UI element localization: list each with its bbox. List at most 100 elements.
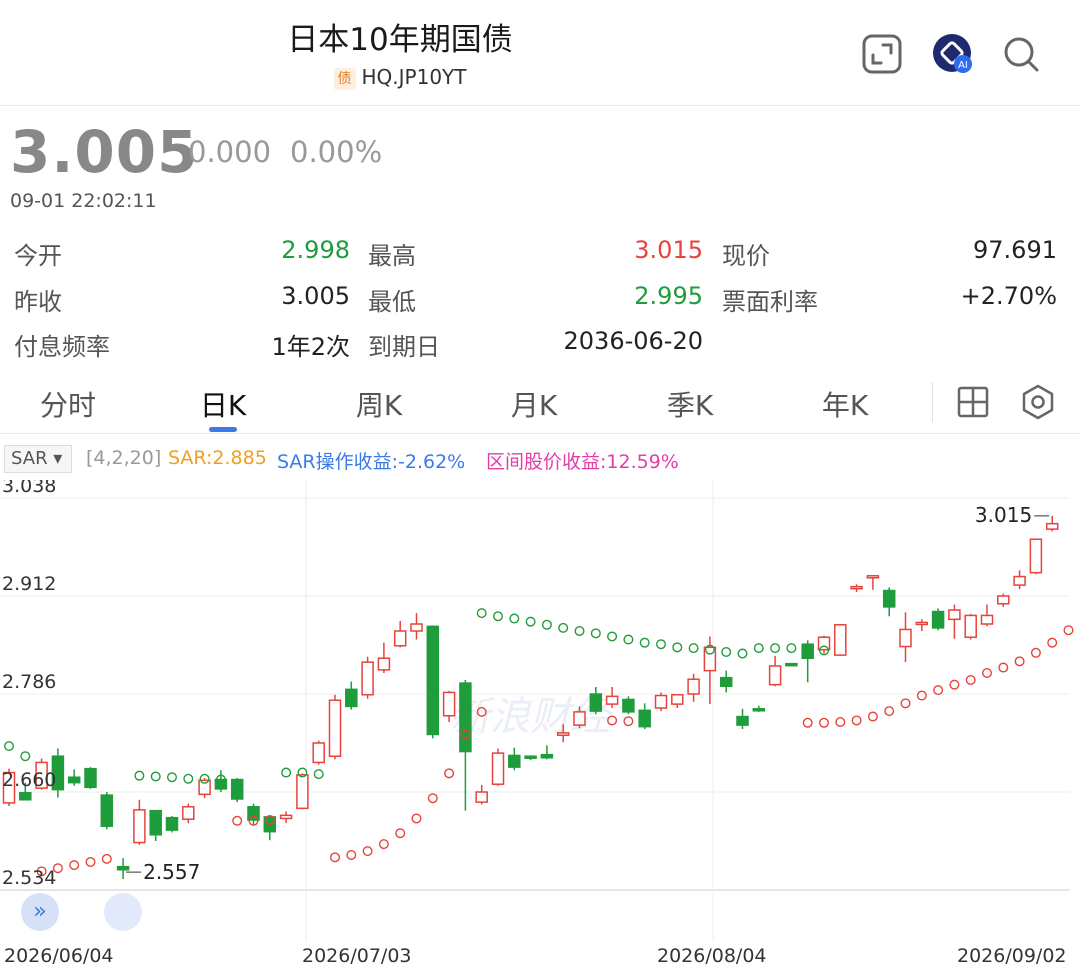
candle-body: [182, 806, 195, 820]
candle-body: [605, 695, 619, 705]
sar-dot: [101, 853, 112, 864]
sar-dot: [672, 642, 683, 653]
search-icon[interactable]: [1000, 33, 1042, 75]
candle-body: [1029, 538, 1043, 574]
sar-dot: [525, 616, 536, 627]
candle-body: [948, 609, 961, 621]
candle-body: [165, 816, 179, 831]
svg-text:AI: AI: [958, 60, 968, 71]
sar-dot: [916, 690, 927, 701]
sar-dot: [867, 711, 878, 722]
sar-dot: [281, 767, 292, 778]
expand-icon[interactable]: [861, 33, 903, 75]
sar-dot: [1030, 647, 1041, 658]
active-tab-indicator: [209, 427, 237, 432]
x-axis-label: 2026/07/03: [302, 945, 412, 967]
x-axis-label: 2026/08/04: [657, 945, 767, 967]
quote-label: 到期日: [368, 333, 440, 361]
sar-dot: [737, 648, 748, 659]
candle-body: [540, 753, 554, 759]
quote-label: 最高: [368, 242, 416, 270]
y-axis-label: 2.786: [2, 671, 56, 693]
sar-dot: [20, 751, 31, 762]
candle-body: [834, 624, 847, 656]
quote-label: 最低: [368, 288, 416, 316]
candle-body: [361, 661, 374, 696]
candle-body: [116, 865, 130, 871]
sar-dot: [835, 716, 846, 727]
candle-body: [491, 752, 505, 785]
sar-dot: [884, 706, 895, 717]
kline-chart[interactable]: 新浪财经 3.038 2.912 2.786 2.660 2.534 3.015 2.55…: [0, 480, 1080, 950]
quote-value-open: 2.998: [281, 236, 350, 264]
sar-dot: [639, 637, 650, 648]
sar-dot: [851, 715, 862, 726]
ai-assistant-icon[interactable]: AI: [932, 33, 974, 75]
quote-timestamp: 09-01 22:02:11: [10, 190, 157, 212]
sar-dot: [313, 769, 324, 780]
sar-dot: [623, 634, 634, 645]
candle-body: [850, 585, 863, 590]
candle-body: [442, 691, 456, 717]
quote-value-high: 3.015: [634, 236, 703, 264]
quote-value-maturity: 2036-06-20: [563, 327, 703, 355]
tab-daily-k[interactable]: 日K: [168, 384, 278, 424]
candle-body: [736, 715, 749, 726]
settings-icon[interactable]: [1020, 384, 1056, 420]
tab-quarterly-k[interactable]: 季K: [635, 384, 745, 424]
indicator-params: [4,2,20]: [86, 447, 162, 469]
candle-body: [345, 688, 358, 708]
sar-dot: [590, 628, 601, 639]
chart-watermark: 新浪财经: [450, 694, 614, 740]
candle-body: [19, 792, 32, 801]
sar-dot: [721, 646, 732, 657]
sar-dot: [85, 857, 96, 868]
quote-value-prevclose: 3.005: [281, 282, 350, 310]
sar-dot: [933, 685, 944, 696]
quote-label: 现价: [722, 242, 770, 270]
sar-dot: [786, 643, 797, 654]
sar-dot: [411, 813, 422, 824]
sar-dot: [770, 643, 781, 654]
collapse-panel-button[interactable]: »: [21, 893, 59, 931]
sar-dot: [574, 625, 585, 636]
quote-label: 今开: [14, 242, 62, 270]
sar-dot: [150, 771, 161, 782]
indicator-range-return: 区间股价收益:12.59%: [486, 451, 679, 473]
candle-body: [459, 682, 472, 753]
sar-dot: [819, 717, 830, 728]
sar-dot: [541, 619, 552, 630]
candle-body: [100, 794, 114, 827]
tab-intraday[interactable]: 分时: [13, 384, 123, 424]
grid-layout-icon[interactable]: [957, 386, 989, 418]
tab-monthly-k[interactable]: 月K: [479, 384, 589, 424]
sar-dot: [395, 828, 406, 839]
tab-divider: [932, 382, 933, 422]
sar-dot: [444, 768, 455, 779]
price-change: 0.000: [188, 135, 272, 169]
sar-dot: [1063, 625, 1074, 636]
tab-weekly-k[interactable]: 周K: [324, 384, 434, 424]
candle-body: [997, 595, 1010, 605]
x-axis-label: 2026/06/04: [4, 945, 114, 967]
max-label: 3.015: [975, 503, 1032, 527]
indicator-selector[interactable]: SAR ▾: [4, 445, 72, 473]
quote-label: 票面利率: [722, 288, 818, 316]
sar-dot: [1014, 656, 1025, 667]
candle-body: [393, 630, 407, 647]
tab-yearly-k[interactable]: 年K: [790, 384, 900, 424]
chart-overlay-button[interactable]: [104, 893, 142, 931]
sar-dot: [688, 643, 699, 654]
sar-dot: [362, 846, 373, 857]
indicator-sar-value: SAR:2.885: [168, 447, 267, 469]
candle-body: [671, 694, 684, 705]
sar-dot: [3, 741, 15, 752]
candle-body: [556, 732, 570, 736]
y-axis-label: 3.038: [2, 480, 56, 497]
candle-body: [296, 774, 309, 810]
page-title: 日本10年期国债: [287, 22, 513, 58]
bond-type-badge: 债: [333, 68, 356, 90]
sar-dot: [1047, 637, 1058, 648]
quote-value-current: 97.691: [973, 236, 1057, 264]
top-header: 日本10年期国债 债 HQ.JP10YT AI: [0, 0, 1080, 106]
